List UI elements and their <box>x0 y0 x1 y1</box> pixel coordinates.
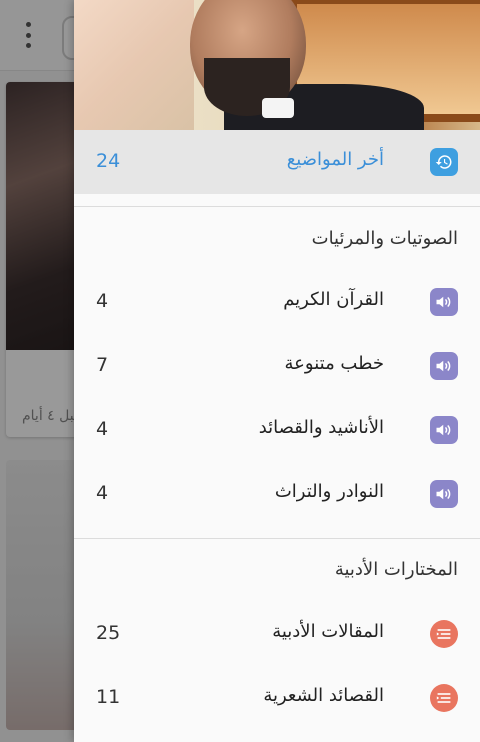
divider <box>74 538 480 539</box>
speaker-icon <box>430 416 458 444</box>
item-label: الأناشيد والقصائد <box>258 417 384 438</box>
drawer-item-articles[interactable]: 25 المقالات الأدبية <box>74 602 480 666</box>
item-count: 11 <box>96 686 121 708</box>
drawer-header-photo <box>74 0 480 130</box>
latest-topics-count: 24 <box>96 150 121 172</box>
item-label: القرآن الكريم <box>283 289 384 310</box>
item-count: 4 <box>96 418 109 440</box>
drawer-item-heritage[interactable]: 4 النوادر والتراث <box>74 462 480 526</box>
latest-topics-label: أخر المواضيع <box>286 149 384 170</box>
article-list-icon <box>430 684 458 712</box>
drawer-item-quran[interactable]: 4 القرآن الكريم <box>74 270 480 334</box>
item-label: القصائد الشعرية <box>263 685 384 706</box>
speaker-icon <box>430 352 458 380</box>
section-title-literary: المختارات الأدبية <box>334 559 458 580</box>
item-count: 7 <box>96 354 109 376</box>
divider <box>74 206 480 207</box>
drawer-item-latest-topics[interactable]: 24 أخر المواضيع <box>74 130 480 194</box>
section-title-audio-video: الصوتيات والمرئيات <box>311 228 458 249</box>
item-count: 4 <box>96 482 109 504</box>
item-label: خطب متنوعة <box>284 353 384 374</box>
speaker-icon <box>430 480 458 508</box>
article-list-icon <box>430 620 458 648</box>
history-icon <box>430 148 458 176</box>
speaker-icon <box>430 288 458 316</box>
drawer-item-nasheeds[interactable]: 4 الأناشيد والقصائد <box>74 398 480 462</box>
item-count: 25 <box>96 622 121 644</box>
navigation-drawer: 24 أخر المواضيع الصوتيات والمرئيات 4 الق… <box>74 0 480 742</box>
item-count: 4 <box>96 290 109 312</box>
drawer-item-sermons[interactable]: 7 خطب متنوعة <box>74 334 480 398</box>
item-label: المقالات الأدبية <box>272 621 384 642</box>
drawer-item-poems[interactable]: 11 القصائد الشعرية <box>74 666 480 730</box>
item-label: النوادر والتراث <box>274 481 384 502</box>
